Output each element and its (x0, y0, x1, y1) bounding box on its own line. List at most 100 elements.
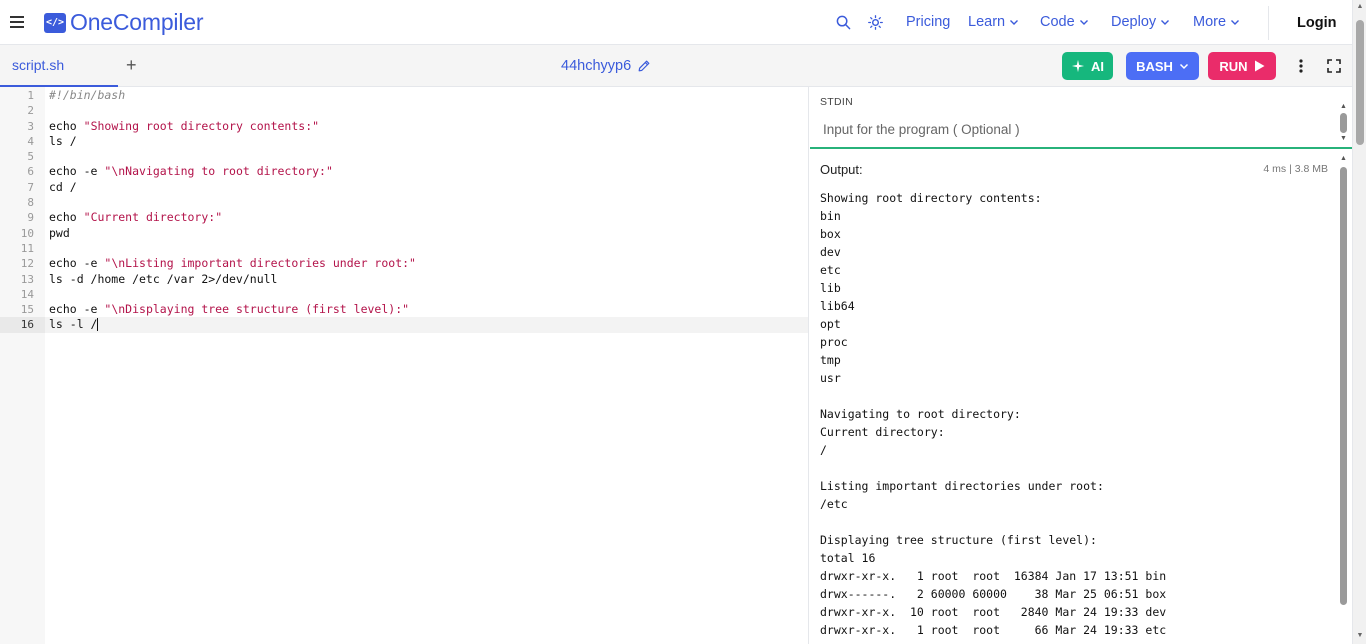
output-line: drwx------. 2 60000 60000 38 Mar 25 06:5… (820, 587, 1167, 601)
page-scroll-thumb[interactable] (1356, 20, 1364, 145)
nav-learn-dropdown[interactable]: Learn (968, 14, 1019, 30)
code-line[interactable]: 16 ls -l / (0, 317, 808, 333)
menu-icon[interactable] (8, 12, 26, 32)
code-token: echo (49, 256, 77, 271)
code-line-text: #!/bin/bash (49, 88, 125, 103)
project-name-label: 44hchyyp6 (561, 58, 632, 74)
language-select-button[interactable]: BASH (1126, 52, 1199, 80)
code-line[interactable]: 6 echo -e "\nNavigating to root directory… (0, 164, 808, 179)
code-token: ls / (49, 133, 77, 148)
scroll-up-icon[interactable]: ▲ (1339, 103, 1348, 111)
code-line[interactable]: 13 ls -d /home /etc /var 2>/dev/null (0, 272, 808, 287)
code-line-text: cd / (49, 180, 77, 195)
code-token: "Showing root directory contents:" (83, 118, 320, 133)
code-line[interactable]: 10 pwd (0, 225, 808, 241)
code-line[interactable]: 14 (0, 287, 808, 302)
code-editor[interactable]: 1 #!/bin/bash 2 3 echo "Showing root directo… (0, 87, 809, 644)
code-line[interactable]: 12 echo -e "\nListing important directori… (0, 256, 808, 271)
code-line-text: echo -e "\nListing important directories… (49, 256, 416, 271)
stdin-scrollbar[interactable]: ▲ ▼ (1338, 103, 1348, 145)
theme-sun-icon[interactable] (866, 13, 884, 31)
code-lines[interactable]: 1 #!/bin/bash 2 3 echo "Showing root directo… (0, 88, 808, 333)
line-number: 6 (27, 165, 34, 179)
scroll-down-icon[interactable]: ▼ (1356, 632, 1364, 639)
io-panel: STDIN ▲ ▼ Output: 4 ms | 3.8 MB Showing … (810, 87, 1352, 644)
nav-pricing-link[interactable]: Pricing (906, 14, 950, 30)
stdin-scroll-thumb[interactable] (1340, 113, 1347, 133)
line-number: 16 (0, 317, 45, 333)
page-scrollbar[interactable]: ▲ ▼ (1352, 0, 1366, 644)
output-line: drwxr-xr-x. 10 root root 2840 Mar 24 19:… (820, 605, 1167, 619)
line-number: 3 (27, 119, 34, 133)
ai-button[interactable]: AI (1062, 52, 1113, 80)
code-line-text: echo "Current directory:" (49, 210, 222, 225)
file-tab-script[interactable]: script.sh (0, 45, 118, 87)
code-token: pwd (49, 225, 70, 240)
code-line-text: ls -d /home /etc /var 2>/dev/null (49, 272, 277, 287)
line-number: 4 (27, 134, 34, 148)
output-line: proc (820, 335, 848, 349)
code-line[interactable]: 1 #!/bin/bash (0, 88, 808, 103)
code-token: echo (49, 164, 77, 179)
nav-divider (1268, 6, 1269, 40)
code-line[interactable]: 9 echo "Current directory:" (0, 210, 808, 225)
line-number: 8 (27, 196, 34, 210)
chevron-down-icon (1179, 63, 1188, 70)
output-line: Current directory: (820, 425, 945, 439)
line-number: 9 (27, 211, 34, 225)
scroll-up-icon[interactable]: ▲ (1356, 3, 1364, 10)
project-name[interactable]: 44hchyyp6 (561, 58, 651, 74)
output-line: etc (820, 263, 841, 277)
add-file-button[interactable]: + (126, 55, 137, 76)
output-line: tmp (820, 353, 841, 367)
search-icon[interactable] (834, 13, 852, 31)
scroll-up-icon[interactable]: ▲ (1339, 155, 1348, 163)
chevron-down-icon (1231, 20, 1240, 25)
line-number: 7 (27, 180, 34, 194)
more-options-icon[interactable] (1292, 57, 1310, 75)
code-line[interactable]: 7 cd / (0, 180, 808, 195)
code-line[interactable]: 15 echo -e "\nDisplaying tree structure (… (0, 302, 808, 317)
code-token: -e (76, 164, 105, 179)
edit-pencil-icon[interactable] (637, 59, 651, 73)
output-line: drwxr-xr-x. 1 root root 66 Mar 24 19:33 … (820, 623, 1167, 637)
run-button[interactable]: RUN (1208, 52, 1276, 80)
code-token: echo (49, 302, 77, 317)
output-line: drwxr-xr-x. 1 root root 16384 Jan 17 13:… (820, 569, 1167, 583)
stdin-input[interactable] (814, 114, 1334, 144)
line-number: 5 (27, 150, 34, 164)
code-line-text: echo -e "\nDisplaying tree structure (fi… (49, 302, 409, 317)
code-line[interactable]: 5 (0, 149, 808, 164)
code-token: "\nListing important directories under r… (104, 256, 416, 271)
code-line[interactable]: 8 (0, 195, 808, 210)
code-token: "Current directory:" (83, 210, 223, 225)
output-line: box (820, 227, 841, 241)
output-scroll-thumb[interactable] (1340, 167, 1347, 605)
output-line: /etc (820, 497, 848, 511)
nav-code-dropdown[interactable]: Code (1040, 14, 1089, 30)
fullscreen-icon[interactable] (1325, 57, 1343, 75)
nav-deploy-dropdown[interactable]: Deploy (1111, 14, 1170, 30)
code-token: ls -d /home /etc /var 2>/dev/null (49, 271, 278, 286)
line-number: 2 (27, 104, 34, 118)
code-line[interactable]: 3 echo "Showing root directory contents:" (0, 118, 808, 134)
code-line-text: echo -e "\nNavigating to root directory:… (49, 164, 333, 179)
output-line: dev (820, 245, 841, 259)
code-line[interactable]: 11 (0, 241, 808, 256)
output-label: Output: (820, 162, 863, 177)
nav-more-dropdown[interactable]: More (1193, 14, 1240, 30)
output-scrollbar[interactable]: ▲ (1338, 155, 1348, 644)
scroll-down-icon[interactable]: ▼ (1339, 135, 1348, 143)
output-line: Listing important directories under root… (820, 479, 1104, 493)
login-link[interactable]: Login (1297, 15, 1336, 31)
chevron-down-icon (1010, 20, 1019, 25)
chevron-down-icon (1161, 20, 1170, 25)
code-line[interactable]: 2 (0, 103, 808, 118)
line-number: 11 (20, 241, 34, 255)
output-console: Showing root directory contents: bin box de… (820, 189, 1330, 639)
code-line[interactable]: 4 ls / (0, 133, 808, 149)
brand-logo[interactable]: </> OneCompiler (44, 9, 203, 36)
sparkle-icon (1071, 59, 1085, 73)
